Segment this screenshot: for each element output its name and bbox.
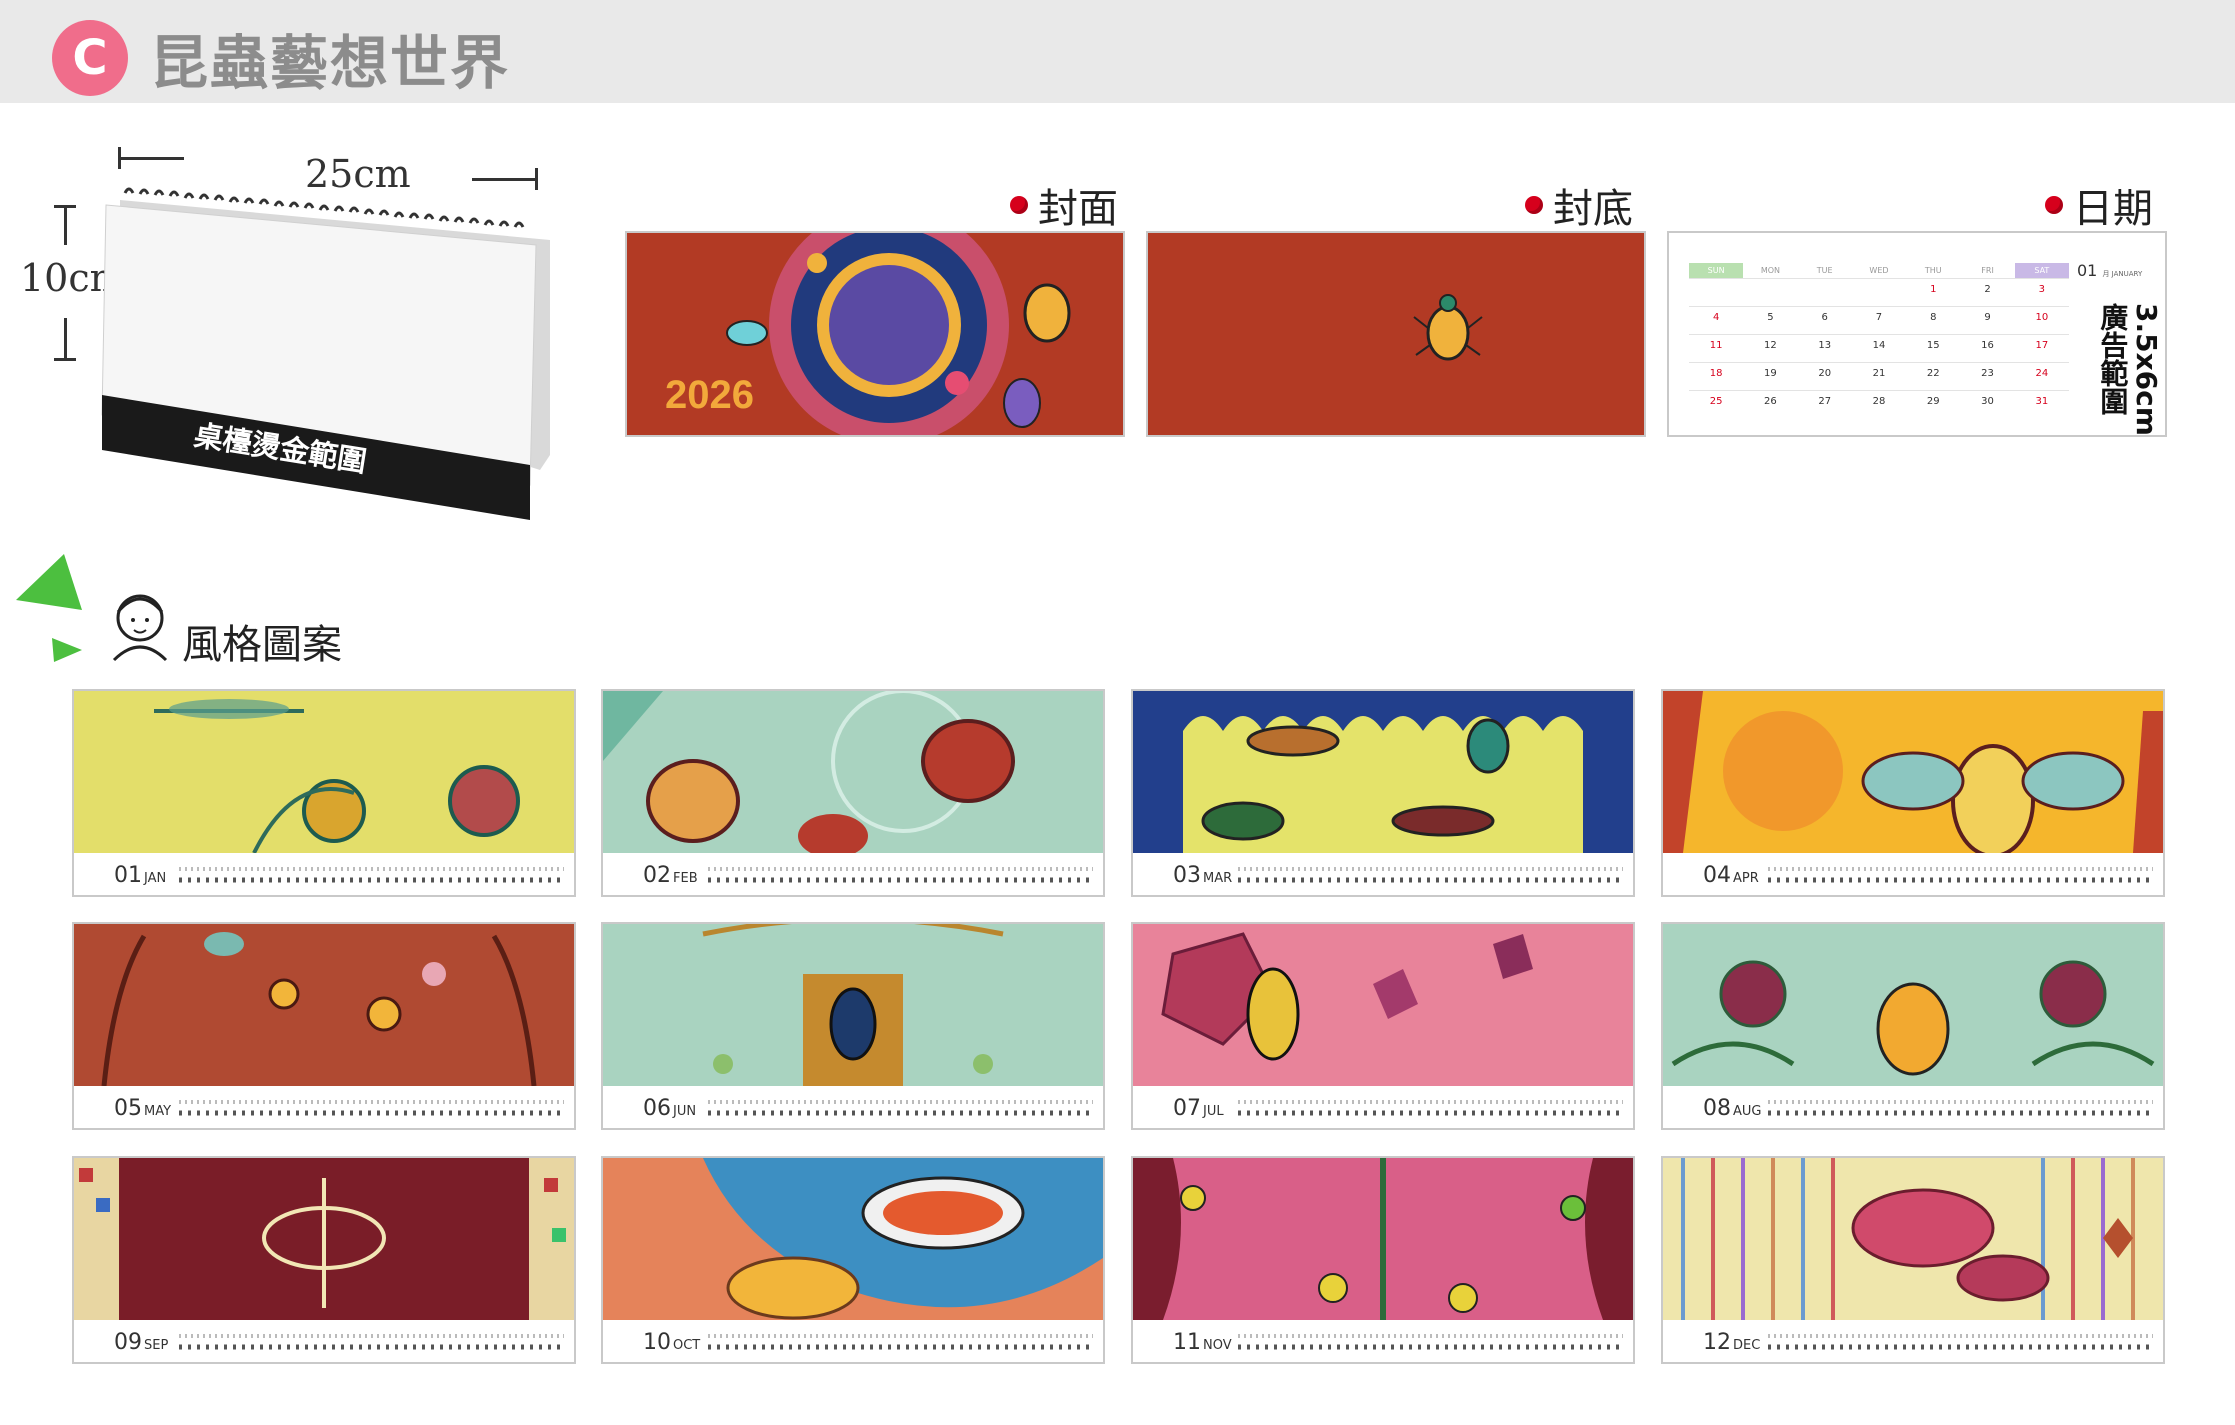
- month-day-row: [179, 867, 564, 883]
- month-artwork: [74, 1158, 574, 1320]
- calendar-week-row: 11 12 13 14 15 16 17: [1689, 334, 2069, 362]
- bullet-dot-icon: [1010, 196, 1028, 214]
- month-date-strip: 05 MAY: [74, 1086, 574, 1128]
- month-day-row: [1768, 1100, 2153, 1116]
- height-tick-bottom: [54, 358, 76, 361]
- month-card: 06 JUN: [601, 922, 1105, 1130]
- girl-doodle-icon: [112, 594, 168, 662]
- calendar-week-row: 4 5 6 7 8 9 10: [1689, 306, 2069, 334]
- month-artwork: [1133, 1158, 1633, 1320]
- month-artwork: [1663, 924, 2163, 1086]
- month-label: 10 OCT: [643, 1330, 701, 1355]
- month-artwork: [74, 924, 574, 1086]
- month-label: 08 AUG: [1703, 1096, 1762, 1121]
- calendar-week-row: 18 19 20 21 22 23 24: [1689, 362, 2069, 390]
- month-card: 10 OCT: [601, 1156, 1105, 1364]
- month-artwork: [1663, 1158, 2163, 1320]
- header-bar: C 昆蟲藝想世界: [0, 0, 2235, 103]
- month-date-strip: 09 SEP: [74, 1320, 574, 1362]
- weekday-header: SUN MON TUE WED THU FRI SAT: [1689, 263, 2069, 278]
- month-card: 09 SEP: [72, 1156, 576, 1364]
- month-card: 02 FEB: [601, 689, 1105, 897]
- month-artwork: [1133, 691, 1633, 853]
- month-day-row: [1238, 867, 1623, 883]
- back-cover-preview: [1146, 231, 1646, 437]
- month-date-strip: 12 DEC: [1663, 1320, 2163, 1362]
- month-artwork: [603, 1158, 1103, 1320]
- month-label: 12 DEC: [1703, 1330, 1761, 1355]
- month-artwork: [1133, 924, 1633, 1086]
- height-line-top: [64, 205, 67, 245]
- date-label: 日期: [2045, 176, 2153, 234]
- month-date-strip: 01 JAN: [74, 853, 574, 895]
- date-page-preview: SUN MON TUE WED THU FRI SAT 1 2 3 4 5 6 …: [1667, 231, 2167, 437]
- bullet-dot-icon: [1525, 196, 1543, 214]
- month-label: 07 JUL: [1173, 1096, 1224, 1121]
- width-line-right: [472, 178, 538, 181]
- month-card: 07 JUL: [1131, 922, 1635, 1130]
- month-card: 03 MAR: [1131, 689, 1635, 897]
- mini-calendar-grid: SUN MON TUE WED THU FRI SAT 1 2 3 4 5 6 …: [1689, 263, 2069, 418]
- month-day-row: [179, 1334, 564, 1350]
- month-date-strip: 07 JUL: [1133, 1086, 1633, 1128]
- month-artwork: [1663, 691, 2163, 853]
- month-label: 03 MAR: [1173, 863, 1233, 888]
- month-artwork: [603, 691, 1103, 853]
- green-triangle-icon: [16, 554, 82, 662]
- month-day-row: [708, 867, 1093, 883]
- back-label: 封底: [1525, 176, 1633, 234]
- month-artwork: [603, 924, 1103, 1086]
- cover-year: 2026: [665, 373, 754, 417]
- desk-calendar-photo: [101, 187, 550, 520]
- width-tick-left: [118, 147, 121, 169]
- series-badge: C: [52, 20, 128, 96]
- calendar-week-row: 25 26 27 28 29 30 31: [1689, 390, 2069, 418]
- month-label: 09 SEP: [114, 1330, 169, 1355]
- month-date-strip: 08 AUG: [1663, 1086, 2163, 1128]
- month-label: 04 APR: [1703, 863, 1759, 888]
- month-date-strip: 11 NOV: [1133, 1320, 1633, 1362]
- month-date-strip: 04 APR: [1663, 853, 2163, 895]
- month-card: 01 JAN: [72, 689, 576, 897]
- month-date-strip: 02 FEB: [603, 853, 1103, 895]
- month-label: 02 FEB: [643, 863, 698, 888]
- month-date-strip: 10 OCT: [603, 1320, 1103, 1362]
- cover-preview: 2026: [625, 231, 1125, 437]
- month-card: 12 DEC: [1661, 1156, 2165, 1364]
- month-card: 11 NOV: [1131, 1156, 1635, 1364]
- month-card: 04 APR: [1661, 689, 2165, 897]
- month-date-strip: 03 MAR: [1133, 853, 1633, 895]
- height-tick-top: [54, 205, 76, 208]
- month-date-strip: 06 JUN: [603, 1086, 1103, 1128]
- width-line-left: [118, 157, 184, 160]
- height-line-bottom: [64, 318, 67, 360]
- beetle-artwork: [1413, 294, 1483, 361]
- ad-area-label: 3.5x6cm廣告範圍: [2096, 303, 2163, 436]
- month-day-row: [1768, 1334, 2153, 1350]
- month-day-row: [1768, 867, 2153, 883]
- style-section-title: 風格圖案: [182, 622, 342, 668]
- month-day-row: [708, 1100, 1093, 1116]
- series-title: 昆蟲藝想世界: [150, 29, 511, 97]
- month-label: 06 JUN: [643, 1096, 697, 1121]
- month-label: 05 MAY: [114, 1096, 172, 1121]
- calendar-week-row: 1 2 3: [1689, 278, 2069, 306]
- month-label: 01 JAN: [114, 863, 167, 888]
- month-label: 11 NOV: [1173, 1330, 1232, 1355]
- month-day-row: [1238, 1100, 1623, 1116]
- month-artwork: [74, 691, 574, 853]
- month-day-row: [1238, 1334, 1623, 1350]
- date-month-tag: 01 月 JANUARY: [2077, 261, 2143, 280]
- month-card: 05 MAY: [72, 922, 576, 1130]
- bullet-dot-icon: [2045, 196, 2063, 214]
- month-card: 08 AUG: [1661, 922, 2165, 1130]
- month-day-row: [708, 1334, 1093, 1350]
- cover-label: 封面: [1010, 176, 1118, 234]
- month-day-row: [179, 1100, 564, 1116]
